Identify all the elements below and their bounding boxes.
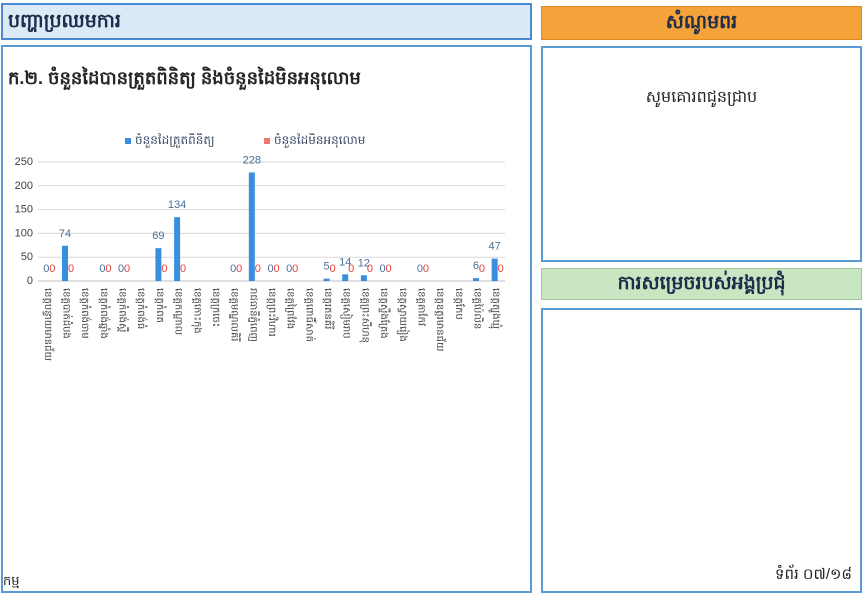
challenges-header-title: បញ្ហាប្រឈមការ [8,11,121,32]
x-tick-label: ខេត្តសៀមរាប [340,288,354,339]
x-tick-label: ខេត្តកំពត [154,288,167,323]
data-label-noncompliant: 0 [236,263,242,275]
y-tick-label: 150 [15,204,33,216]
data-label-noncompliant: 0 [180,263,186,275]
y-tick-label: 100 [15,227,33,239]
chart-legend: ចំនួនដៃត្រួតពិនិត្យ ចំនួនដៃមិនអនុលោម [3,133,530,149]
bar-inspected [323,278,330,281]
data-label-noncompliant: 0 [498,263,504,275]
x-tick-label: ខេត្តកំពង់ចាម [79,288,92,339]
bar-inspected [360,275,367,281]
data-label-noncompliant: 0 [479,263,485,275]
x-tick-label: ខេត្តព្រះសីហនុ [358,288,372,343]
data-label-inspected: 47 [489,241,501,253]
data-label-noncompliant: 0 [367,263,373,275]
x-tick-label: ខេត្តស្វាយរៀង [396,288,410,342]
legend-swatch-inspected [125,138,131,144]
data-label-noncompliant: 0 [386,263,392,275]
legend-item-noncompliant: ចំនួនដៃមិនអនុលោម [264,133,399,149]
x-tick-label: ខេត្តរតនគិរី [322,288,335,329]
panel-footer-text: កម្ម [3,573,20,588]
challenges-panel: ក.២. ចំនួនដៃបានត្រួតពិនិត្យ និងចំនួនដៃមិ… [1,45,532,593]
request-text: សូមគោរពជូនជ្រាប [645,89,758,106]
data-label-noncompliant: 0 [124,263,130,275]
data-label-inspected: 134 [168,199,186,211]
y-tick-label: 50 [21,251,33,263]
request-header-title: សំណូមពរ [665,12,738,33]
data-label-inspected: 228 [243,154,261,166]
bar-chart: 0 50 100 150 200 250 ខេត្តបន្ទាយមានជ័យ ខេត្តបាត… [15,154,505,361]
x-tick-label: ខេត្តបាត់ដំបង [61,288,74,339]
data-label-inspected: 69 [152,230,164,242]
meeting-decision-panel: ទំព័រ ០៧/១៨ [541,308,862,593]
x-tick-label: ខេត្តកំពង់ធំ [135,288,148,329]
data-label-noncompliant: 0 [68,263,74,275]
x-tick-label: ខេត្តពោធិ៍សាត់ [303,288,317,342]
data-label-noncompliant: 0 [329,263,335,275]
x-tick-label: ខេត្តស្ទឹងត្រែង [378,288,391,339]
y-tick-label: 0 [27,275,33,287]
request-header: សំណូមពរ [541,6,862,40]
x-tick-label: ខេត្តបន្ទាយមានជ័យ [42,288,55,361]
challenges-header: បញ្ហាប្រឈមការ [1,3,532,40]
slide-page: { "colors": { "panel_border": "#5b9bd5",… [0,0,865,594]
x-tick-label: ខេត្តព្រះវិហារ [266,288,279,337]
x-tick-label: ខេត្តឧត្ដរមានជ័យ [434,288,447,352]
data-label-noncompliant: 0 [255,263,261,275]
bar-inspected [342,274,349,281]
meeting-decision-header-title: ការសម្រេចរបស់អង្គប្រជុំ [617,273,786,294]
page-number: ទំព័រ ០៧/១៨ [774,566,852,583]
legend-item-inspected: ចំនួនដៃត្រួតពិនិត្យ [125,133,253,149]
x-tick-label: ខេត្តកណ្ដាល [173,288,184,336]
data-label-noncompliant: 0 [273,263,279,275]
x-tick-label: ខេត្តប៉ៃលិន [471,288,484,329]
data-label-noncompliant: 0 [348,263,354,275]
y-tick-label: 250 [15,156,33,168]
chart-title: ក.២. ចំនួនដៃបានត្រួតពិនិត្យ និងចំនួនដៃមិ… [8,68,361,88]
legend-label-inspected: ចំនួនដៃត្រួតពិនិត្យ [135,133,215,147]
data-label-noncompliant: 0 [49,263,55,275]
legend-label-noncompliant: ចំនួនដៃមិនអនុលោម [274,133,366,147]
x-tick-label: ខេត្តមណ្ឌលគិរី [229,288,242,341]
data-label-noncompliant: 0 [292,263,298,275]
x-tick-label: រាជធានីភ្នំពេញ [247,288,260,342]
x-tick-label: ខេត្តកោះកុង [190,288,202,334]
x-tick-label: ខេត្តក្រចេះ [210,288,221,327]
x-tick-label: ខេត្តកំពង់ស្ពឺ [117,288,130,333]
x-tick-label: ខេត្តកំពង់ឆ្នាំង [98,288,111,339]
request-panel: សូមគោរពជូនជ្រាប [541,46,862,262]
y-tick-label: 200 [15,180,33,192]
legend-swatch-noncompliant [264,138,270,144]
x-tick-label: ខេត្តកែប [453,288,466,320]
data-label-noncompliant: 0 [423,263,429,275]
bar-inspected [472,278,479,281]
x-tick-label: ខេត្តតាកែវ [415,288,428,326]
data-label-noncompliant: 0 [161,263,167,275]
data-label-noncompliant: 0 [105,263,111,275]
meeting-decision-header: ការសម្រេចរបស់អង្គប្រជុំ [541,268,862,300]
data-label-inspected: 74 [59,228,71,240]
x-tick-label: ខេត្តត្បូងឃ្មុំ [488,288,503,330]
x-tick-label: ខេត្តព្រៃវែង [285,288,298,329]
